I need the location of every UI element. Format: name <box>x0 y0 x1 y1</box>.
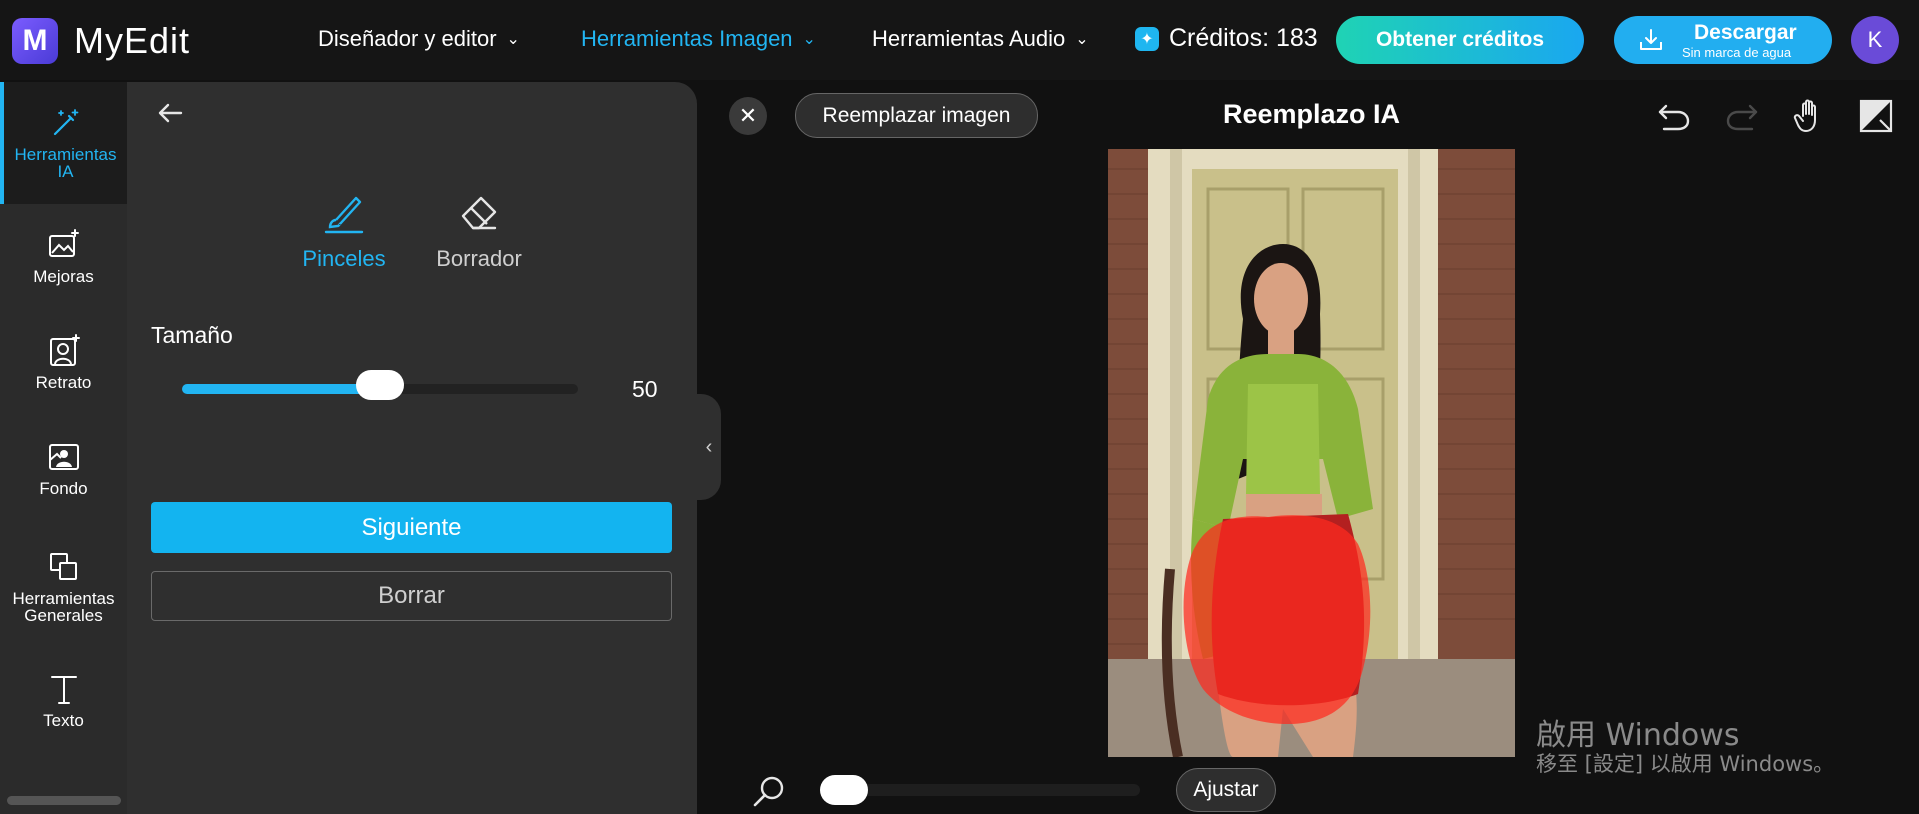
fit-button[interactable]: Ajustar <box>1176 768 1276 812</box>
sidebar-item-label: Texto <box>43 711 84 730</box>
page-title: Reemplazo IA <box>1223 99 1401 129</box>
sidebar-item-ai-tools[interactable]: Herramientas IA <box>0 82 127 204</box>
eraser-tool-label: Borrador <box>436 246 522 271</box>
compare-icon[interactable] <box>1858 98 1894 134</box>
chevron-down-icon: ⌄ <box>802 31 816 48</box>
eraser-tool[interactable]: Borrador <box>419 190 539 272</box>
hand-pan-icon[interactable] <box>1792 98 1828 134</box>
tool-category-sidebar: Herramientas IA Mejoras Retrato Fondo He… <box>0 82 127 814</box>
next-button[interactable]: Siguiente <box>151 502 672 553</box>
download-button[interactable]: Descargar Sin marca de agua <box>1614 16 1832 64</box>
photo-illustration <box>1108 149 1515 757</box>
credits-text: Créditos: 183 <box>1169 24 1318 52</box>
undo-icon[interactable] <box>1656 98 1692 134</box>
nav-audio-tools[interactable]: Herramientas Audio ⌄ <box>872 26 1089 52</box>
logo-mark-icon: M <box>12 18 58 64</box>
background-icon <box>48 444 79 470</box>
chevron-left-icon: ‹ <box>705 435 713 458</box>
eraser-icon <box>461 196 497 230</box>
edited-photo[interactable] <box>1108 149 1515 757</box>
clear-button[interactable]: Borrar <box>151 571 672 621</box>
download-icon <box>1640 29 1662 50</box>
get-credits-button[interactable]: Obtener créditos <box>1336 16 1584 64</box>
tool-panel <box>127 82 697 814</box>
brush-tool-label: Pinceles <box>302 246 386 271</box>
image-enhance-icon <box>48 229 79 257</box>
download-label: Descargar <box>1694 20 1797 44</box>
zoom-slider-handle[interactable] <box>820 775 868 805</box>
ai-selection-mask <box>1183 515 1371 724</box>
face <box>1254 263 1308 335</box>
sidebar-item-enhance[interactable]: Mejoras <box>0 228 127 285</box>
sidebar-item-background[interactable]: Fondo <box>0 440 127 497</box>
text-icon <box>50 676 77 704</box>
app-name: MyEdit <box>74 20 191 61</box>
redo-icon[interactable] <box>1724 98 1760 134</box>
close-icon: ✕ <box>738 103 758 128</box>
brush-icon <box>324 196 364 234</box>
back-arrow-icon[interactable] <box>155 98 185 128</box>
credits-display: ✦ Créditos: 183 <box>1135 24 1318 53</box>
brush-size-value: 50 <box>632 376 658 402</box>
chevron-down-icon: ⌄ <box>1075 31 1089 48</box>
zoom-slider[interactable] <box>820 775 1140 805</box>
sidebar-item-label: Fondo <box>39 479 88 498</box>
size-label: Tamaño <box>151 322 233 348</box>
sidebar-item-portrait[interactable]: Retrato <box>0 334 127 391</box>
top-bar: M MyEdit Diseñador y editor ⌄ Herramient… <box>0 0 1919 80</box>
pillar-right <box>1408 149 1420 669</box>
crop-top <box>1246 384 1320 494</box>
brush-tool[interactable]: Pinceles <box>284 190 404 272</box>
zoom-icon[interactable] <box>752 774 786 808</box>
brush-size-slider-handle[interactable] <box>356 370 404 400</box>
credits-icon: ✦ <box>1135 26 1159 51</box>
sidebar-item-text[interactable]: Texto <box>0 672 127 729</box>
app-logo[interactable]: M MyEdit <box>12 18 190 64</box>
nav-audio-tools-label: Herramientas Audio <box>872 26 1066 51</box>
download-sublabel: Sin marca de agua <box>1682 44 1792 60</box>
portrait-icon <box>49 334 80 366</box>
brush-size-slider[interactable] <box>182 370 578 400</box>
sidebar-item-label: Herramientas IA <box>14 145 117 181</box>
sidebar-item-general-tools[interactable]: Herramientas Generales <box>0 550 127 624</box>
sidebar-item-label: Retrato <box>35 373 92 392</box>
collapse-panel-button[interactable]: ‹ <box>697 394 721 500</box>
windows-activation-subtitle: 移至 [設定] 以啟用 Windows。 <box>1536 752 1835 776</box>
layers-icon <box>49 553 77 580</box>
nav-image-tools-label: Herramientas Imagen <box>581 26 793 51</box>
nav-designer-editor[interactable]: Diseñador y editor ⌄ <box>318 26 520 52</box>
close-button[interactable]: ✕ <box>729 97 767 135</box>
sidebar-item-label: Mejoras <box>33 267 94 286</box>
magic-wand-icon <box>53 109 78 136</box>
brush-size-slider-fill <box>182 384 380 394</box>
chevron-down-icon: ⌄ <box>506 31 520 48</box>
nav-image-tools[interactable]: Herramientas Imagen ⌄ <box>581 26 816 52</box>
sidebar-item-label: Herramientas Generales <box>12 589 115 625</box>
user-avatar[interactable]: K <box>1851 16 1899 64</box>
replace-image-button[interactable]: Reemplazar imagen <box>795 93 1038 138</box>
sidebar-scrollbar[interactable] <box>7 796 121 805</box>
nav-designer-label: Diseñador y editor <box>318 26 497 51</box>
